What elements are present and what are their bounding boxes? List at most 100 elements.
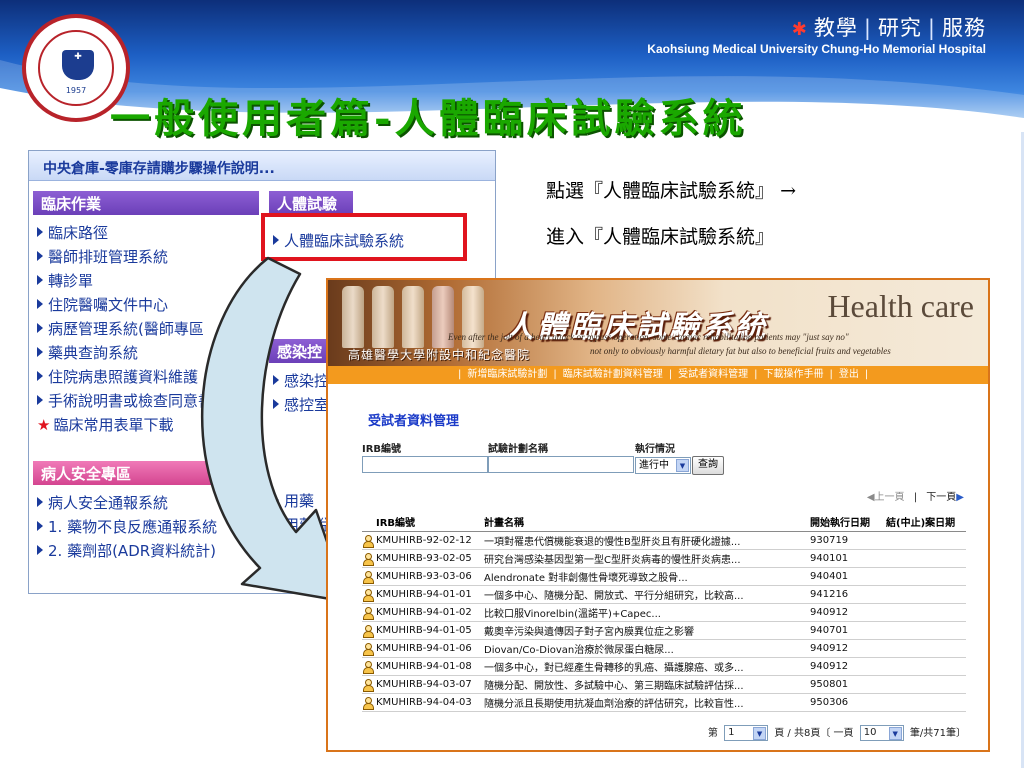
cell-plan-name: 戴奧辛污染與遺傳因子對子宮內膜異位症之影響 xyxy=(480,621,806,640)
person-icon[interactable] xyxy=(363,553,374,566)
table-row[interactable]: KMUHIRB-94-01-02 比較口服Vinorelbin(溫諾平)+Cape… xyxy=(362,603,966,622)
cell-start-date: 950306 xyxy=(806,693,882,712)
cell-text: KMUHIRB-94-01-02 xyxy=(376,607,472,618)
person-icon[interactable] xyxy=(363,661,374,674)
page-select[interactable]: 1 ▼ xyxy=(724,725,769,741)
irb-banner: 人體臨床試驗系統 Health care Even after the jolt… xyxy=(328,280,988,366)
page-select-value: 1 xyxy=(728,727,735,738)
nav-separator: | xyxy=(754,369,758,380)
plan-name-label: 試驗計劃名稱 xyxy=(488,444,548,455)
portal-header[interactable]: 中央倉庫-零庫存請購步驟操作說明... xyxy=(29,151,495,181)
person-icon[interactable] xyxy=(363,571,374,584)
logo-inner-ring: ✚ 1957 xyxy=(38,30,114,106)
tagline-research: 研究 xyxy=(877,16,922,40)
cell-start-date: 930719 xyxy=(806,531,882,550)
cell-plan-name: 隨機分派且長期使用抗凝血劑治療的評估研究，比較盲性... xyxy=(480,693,806,712)
triangle-right-icon xyxy=(37,275,43,285)
logo-shield-icon: ✚ xyxy=(62,50,94,80)
irb-nav-bar: | 新增臨床試驗計劃 | 臨床試驗計劃資料管理 | 受試者資料管理 | 下載操作手冊 | 登出 | xyxy=(328,366,988,384)
link-clinical-pathway[interactable]: 臨床路徑 xyxy=(33,221,259,245)
table-row[interactable]: KMUHIRB-94-01-08 一個多中心，對已經產生骨轉移的乳癌、攝護腺癌、或… xyxy=(362,657,966,676)
person-icon[interactable] xyxy=(363,589,374,602)
link-label: 轉診單 xyxy=(48,272,94,290)
section-title: 受試者資料管理 xyxy=(368,414,460,429)
cell-plan-name: 隨機分配、開放性、多試驗中心、第三期臨床試驗評估採... xyxy=(480,675,806,694)
next-page-link[interactable]: 下一頁▶ xyxy=(926,492,964,503)
link-label: 住院醫囑文件中心 xyxy=(48,296,169,314)
col-header-end: 結(中止)案日期 xyxy=(882,512,966,532)
table-header-row: IRB編號 計畫名稱 開始執行日期 結(中止)案日期 xyxy=(362,512,966,532)
person-icon[interactable] xyxy=(363,679,374,692)
nav-plan-management[interactable]: 臨床試驗計劃資料管理 xyxy=(563,369,663,380)
triangle-right-icon xyxy=(37,347,43,357)
person-icon[interactable] xyxy=(363,535,374,548)
table-row[interactable]: KMUHIRB-94-04-03 隨機分派且長期使用抗凝血劑治療的評估研究，比較盲… xyxy=(362,693,966,712)
nav-download-manual[interactable]: 下載操作手冊 xyxy=(764,369,824,380)
tagline-separator: | xyxy=(863,16,872,40)
table-row[interactable]: KMUHIRB-92-02-12 一項對罹患代償機能衰退的慢性B型肝炎且有肝硬化證… xyxy=(362,531,966,550)
triangle-right-icon xyxy=(37,323,43,333)
cell-irb-number: KMUHIRB-94-01-01 xyxy=(362,585,480,604)
triangle-right-icon xyxy=(37,299,43,309)
cell-irb-number: KMUHIRB-94-01-05 xyxy=(362,621,480,640)
prev-label: 上一頁 xyxy=(874,492,905,503)
page-suffix: 筆/共71筆〕 xyxy=(909,728,966,739)
cell-irb-number: KMUHIRB-93-02-05 xyxy=(362,549,480,568)
person-icon[interactable] xyxy=(363,697,374,710)
irb-number-label: IRB編號 xyxy=(362,444,402,455)
link-label: 藥典查詢系統 xyxy=(48,344,139,362)
table-row[interactable]: KMUHIRB-94-03-07 隨機分配、開放性、多試驗中心、第三期臨床試驗評估… xyxy=(362,675,966,694)
table-row[interactable]: KMUHIRB-94-01-06 Diovan/Co-Diovan治療於微尿蛋白糖… xyxy=(362,639,966,658)
link-label: 住院病患照護資料維護 xyxy=(48,368,199,386)
triangle-right-icon xyxy=(37,395,43,405)
cell-end-date xyxy=(882,585,966,604)
per-page-select[interactable]: 10 ▼ xyxy=(859,725,904,741)
nav-separator: | xyxy=(829,369,833,380)
category-human-trial: 人體試驗 xyxy=(269,191,353,215)
status-select[interactable]: 進行中 ▼ xyxy=(635,457,691,474)
tagline: ✱ 教學 | 研究 | 服務 xyxy=(792,12,986,42)
triangle-right-icon xyxy=(37,227,43,237)
table-row[interactable]: KMUHIRB-93-02-05 研究台灣感染基因型第一型C型肝炎病毒的慢性肝炎病… xyxy=(362,549,966,568)
cell-irb-number: KMUHIRB-94-01-02 xyxy=(362,603,480,622)
red-star-icon: ★ xyxy=(37,416,51,434)
irb-number-input[interactable] xyxy=(362,456,488,473)
person-icon[interactable] xyxy=(363,607,374,620)
col-header-plan: 計畫名稱 xyxy=(480,512,806,532)
nav-subject-management[interactable]: 受試者資料管理 xyxy=(678,369,748,380)
cell-end-date xyxy=(882,675,966,694)
link-label: 病人安全通報系統 xyxy=(48,494,169,512)
col-header-irb: IRB編號 xyxy=(362,512,480,532)
cell-irb-number: KMUHIRB-94-03-07 xyxy=(362,675,480,694)
per-page-value: 10 xyxy=(863,727,877,738)
person-icon[interactable] xyxy=(363,625,374,638)
cell-start-date: 941216 xyxy=(806,585,882,604)
chevron-down-icon: ▼ xyxy=(888,727,902,740)
logo-year: 1957 xyxy=(65,86,87,95)
cell-plan-name: 一個多中心，對已經產生骨轉移的乳癌、攝護腺癌、或多... xyxy=(480,657,806,676)
table-row[interactable]: KMUHIRB-94-01-01 一個多中心、隨機分配、開放式、平行分組研究，比較… xyxy=(362,585,966,604)
hospital-name-en: Kaohsiung Medical University Chung-Ho Me… xyxy=(647,42,986,56)
cell-irb-number: KMUHIRB-92-02-12 xyxy=(362,531,480,550)
bottle-decoration xyxy=(402,286,424,348)
table-row[interactable]: KMUHIRB-93-03-06 Alendronate 對非創傷性骨壞死導致之股… xyxy=(362,567,966,586)
irb-system-window: 人體臨床試驗系統 Health care Even after the jolt… xyxy=(326,278,990,752)
cell-plan-name: 研究台灣感染基因型第一型C型肝炎病毒的慢性肝炎病患... xyxy=(480,549,806,568)
cell-text: KMUHIRB-94-01-05 xyxy=(376,625,472,636)
nav-add-plan[interactable]: 新增臨床試驗計劃 xyxy=(467,369,547,380)
table-body: KMUHIRB-92-02-12 一項對罹患代償機能衰退的慢性B型肝炎且有肝硬化證… xyxy=(362,531,966,712)
cell-start-date: 940401 xyxy=(806,567,882,586)
person-icon[interactable] xyxy=(363,643,374,656)
table-row[interactable]: KMUHIRB-94-01-05 戴奧辛污染與遺傳因子對子宮內膜異位症之影響 940… xyxy=(362,621,966,640)
link-label: 臨床常用表單下載 xyxy=(53,416,174,434)
nav-logout[interactable]: 登出 xyxy=(839,369,859,380)
slide-title: 一般使用者篇-人體臨床試驗系統 xyxy=(110,95,747,142)
triangle-right-icon xyxy=(37,521,43,531)
plan-name-input[interactable] xyxy=(488,456,634,473)
search-button[interactable]: 查詢 xyxy=(692,456,724,475)
cell-text: KMUHIRB-93-03-06 xyxy=(376,571,472,582)
triangle-right-icon xyxy=(37,545,43,555)
cell-text: KMUHIRB-92-02-12 xyxy=(376,535,472,546)
previous-page-link[interactable]: ◀上一頁 xyxy=(867,492,905,503)
health-care-title: Health care xyxy=(827,288,974,324)
